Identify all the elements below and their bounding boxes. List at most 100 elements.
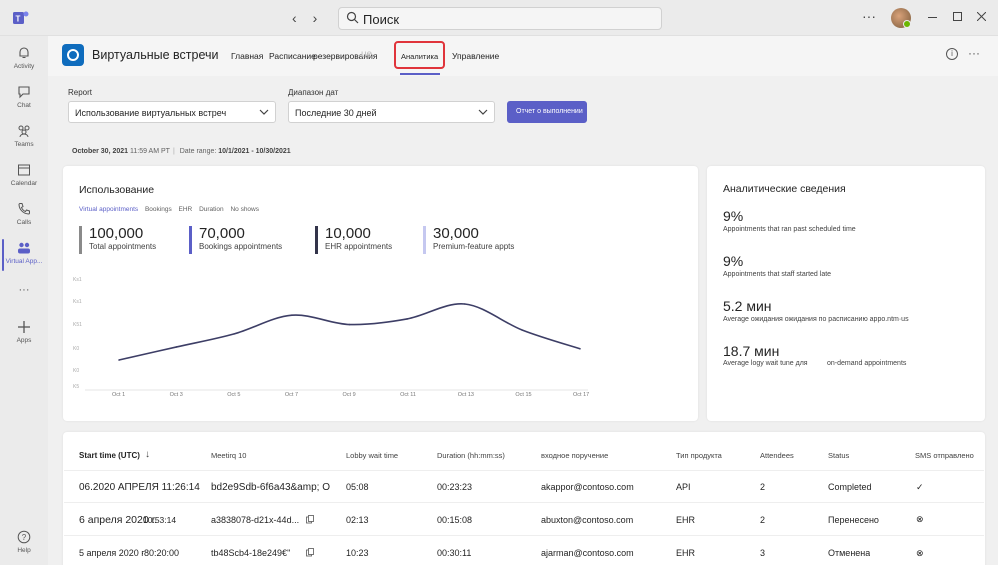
cell-start-time-overlay: ·80:20:00 — [141, 548, 180, 558]
insight-label-continued: on-demand appointments — [827, 360, 907, 367]
usage-line-chart — [85, 303, 588, 391]
rail-item-teams[interactable]: Teams — [0, 122, 48, 162]
report-dropdown[interactable]: Использование виртуальных встреч — [68, 101, 276, 123]
report-value: Использование виртуальных встреч — [75, 108, 227, 118]
report-date: October 30, 2021 — [72, 148, 129, 155]
insight-value: 5.2 мин — [723, 298, 772, 314]
cell-attendees: 3 — [760, 548, 766, 558]
cell-attendees: 2 — [760, 515, 766, 525]
forward-arrow-icon[interactable]: › — [313, 10, 318, 26]
search-input[interactable]: Поиск — [363, 12, 399, 27]
date-range-dropdown[interactable]: Последние 30 дней — [288, 101, 495, 123]
history-nav: ‹ › — [292, 10, 329, 26]
virtual-appointments-icon — [18, 242, 30, 254]
usage-card: Использование Virtual appointments Booki… — [63, 166, 698, 421]
rail-item-activity[interactable]: Activity — [0, 44, 48, 84]
sort-down-icon[interactable]: ↓ — [145, 449, 150, 460]
tab-analytics[interactable]: Аналитика — [394, 41, 445, 69]
date-range-value: Последние 30 дней — [295, 108, 377, 118]
col-sms-sent[interactable]: SMS отправлено — [915, 451, 974, 460]
run-report-label: Отчет о выполнении — [516, 108, 583, 115]
insight-value: 18.7 мин — [723, 343, 780, 359]
data-point — [118, 359, 120, 361]
copy-icon[interactable] — [306, 515, 314, 524]
rail-item-virtual-appointments[interactable]: Virtual App... — [0, 239, 48, 279]
tab-schedule[interactable]: Расписание — [269, 51, 316, 61]
info-icon[interactable]: i — [946, 48, 958, 60]
cell-duration: 00:30:11 — [437, 548, 472, 558]
insights-card: Аналитические сведения 9% Appointments t… — [707, 166, 985, 421]
cell-meeting-id[interactable]: a3838078-d21x-44d... — [211, 515, 303, 525]
insight-value: 9% — [723, 208, 744, 224]
x-tick-label: Oct 5 — [227, 392, 241, 398]
cell-meeting-id[interactable]: bd2e9Sdb-6f6a43&amp; O — [211, 482, 337, 493]
cell-product-type: EHR — [676, 548, 696, 558]
x-tick-label: Oct 17 — [573, 392, 590, 398]
cell-lobby-wait: 10:23 — [346, 548, 369, 558]
cell-status: Completed — [828, 482, 872, 492]
insight-value: 9% — [723, 253, 744, 269]
report-time: 11:59 AM PT — [129, 148, 170, 155]
rail-label: Teams — [14, 141, 34, 148]
presence-status-icon — [903, 20, 911, 28]
svg-text:?: ? — [22, 533, 27, 542]
help-icon: ? — [17, 530, 31, 544]
date-range-label: Диапазон дат — [288, 88, 339, 97]
cell-meeting-id[interactable]: tb48Scb4-18e249€" — [211, 548, 303, 558]
rail-item-calls[interactable]: Calls — [0, 200, 48, 240]
phone-icon — [18, 203, 30, 215]
data-point — [348, 323, 351, 326]
rail-item-calendar[interactable]: Calendar — [0, 161, 48, 201]
rail-item-chat[interactable]: Chat — [0, 83, 48, 123]
copy-icon[interactable] — [306, 548, 314, 557]
rail-item-apps[interactable]: Apps — [0, 318, 48, 358]
col-product-type[interactable]: Тип продукта — [676, 451, 722, 460]
cell-duration: 00:23:23 — [437, 482, 473, 492]
row-divider — [64, 502, 984, 503]
app-bar: Activity Chat Teams Calendar Calls Virtu… — [0, 36, 48, 565]
data-point — [291, 314, 293, 316]
rail-label: Calendar — [10, 180, 38, 187]
calendar-icon — [18, 164, 30, 176]
data-point — [463, 303, 466, 305]
x-tick-label: Oct 13 — [457, 392, 474, 398]
app-header: Виртуальные встречи Главная Расписание р… — [48, 36, 998, 76]
cell-status: Отменена — [828, 548, 871, 558]
more-options-icon[interactable]: ··· — [862, 8, 876, 24]
col-lobby-wait[interactable]: Lobby wait time — [346, 451, 398, 460]
close-icon[interactable] — [977, 12, 986, 21]
rail-label: Calls — [16, 219, 32, 226]
cell-email[interactable]: ajarman@contoso.com — [541, 548, 634, 558]
rail-item-help[interactable]: ? Help — [0, 528, 48, 565]
cell-status: Перенесено — [828, 515, 879, 525]
cell-email[interactable]: akappor@contoso.com — [541, 482, 634, 492]
run-report-button[interactable]: Отчет о выполнении — [507, 101, 587, 123]
back-arrow-icon[interactable]: ‹ — [292, 10, 297, 26]
row-divider — [64, 470, 984, 471]
col-status[interactable]: Status — [828, 451, 849, 460]
col-duration[interactable]: Duration (hh:mm:ss) — [437, 451, 505, 460]
data-point — [175, 346, 178, 348]
tab-home[interactable]: Главная — [231, 51, 263, 61]
maximize-icon[interactable] — [953, 12, 962, 21]
col-meeting-id[interactable]: Meetirq 10 — [211, 451, 246, 460]
cell-email[interactable]: abuxton@contoso.com — [541, 515, 633, 525]
title-bar: T ‹ › Поиск ··· — [0, 0, 998, 36]
rail-label: Virtual App... — [5, 258, 43, 265]
search-icon — [346, 11, 359, 24]
cell-product-type: API — [676, 482, 691, 492]
search-box[interactable]: Поиск — [338, 7, 662, 30]
col-start-time[interactable]: Start time (UTC) — [79, 451, 140, 460]
bell-icon — [19, 47, 29, 59]
tab-manage[interactable]: Управление — [452, 51, 499, 61]
insight-label: Average logy wait tune для — [723, 360, 808, 367]
data-point — [406, 318, 408, 320]
col-email[interactable]: входное поручение — [541, 451, 608, 460]
more-options-icon[interactable]: ··· — [968, 46, 980, 60]
minimize-icon[interactable] — [928, 17, 937, 19]
report-meta: October 30, 2021 11:59 AM PT | Date range… — [72, 148, 291, 155]
app-title: Виртуальные встречи — [92, 48, 219, 62]
col-attendees[interactable]: Attendees — [760, 451, 794, 460]
active-tab-indicator — [400, 73, 440, 75]
insights-title: Аналитические сведения — [723, 183, 846, 195]
